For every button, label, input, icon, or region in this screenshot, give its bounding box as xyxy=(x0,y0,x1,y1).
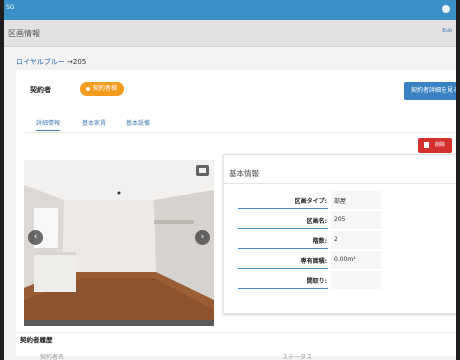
info-row-unit-name: 区画名: 205 xyxy=(224,210,456,230)
key-underline xyxy=(238,268,328,269)
info-row-unit-type: 区画タイプ: 部屋 xyxy=(224,190,456,210)
header-link[interactable]: Bub xyxy=(442,28,452,34)
info-key: 専有面積: xyxy=(300,258,327,265)
basic-info-title: 基本情報 xyxy=(229,169,259,178)
badge-label: 契約者様 xyxy=(93,85,118,92)
info-row-area: 専有面積: 0.00m² xyxy=(224,250,456,270)
value-box xyxy=(331,271,381,289)
app-window: SG 区画情報 Bub ロイヤルブルー →205 契約者 契約者様 契約者詳細を… xyxy=(4,0,456,360)
key-underline xyxy=(238,208,328,209)
room-photo xyxy=(24,160,214,320)
room-photo-carousel[interactable]: ‹ › xyxy=(24,160,214,320)
chevron-left-icon[interactable]: ‹ xyxy=(28,230,43,245)
photo-footer-strip xyxy=(24,320,214,326)
basic-info-panel: 基本情報 区画タイプ: 部屋 区画名: 205 階数: 2 専有面積: 0.00… xyxy=(223,154,456,314)
divider xyxy=(224,183,456,184)
value-box xyxy=(331,231,381,249)
delete-button[interactable]: 削除 xyxy=(418,138,452,153)
key-underline xyxy=(238,248,328,249)
info-value: 0.00m² xyxy=(334,256,356,263)
info-row-layout: 間取り: xyxy=(224,270,456,290)
trash-icon xyxy=(424,142,429,148)
key-underline xyxy=(238,228,328,229)
history-column-status: ステータス xyxy=(282,354,313,360)
info-key: 区画名: xyxy=(306,218,327,225)
breadcrumb-unit: 205 xyxy=(72,58,87,66)
delete-button-label: 削除 xyxy=(435,142,446,148)
info-row-floor: 階数: 2 xyxy=(224,230,456,250)
info-key: 間取り: xyxy=(306,278,327,285)
chevron-right-icon[interactable]: › xyxy=(195,230,210,245)
key-underline xyxy=(238,288,328,289)
contract-status-badge[interactable]: 契約者様 xyxy=(80,82,125,96)
history-column-name: 契約者名 xyxy=(40,354,65,360)
user-avatar[interactable] xyxy=(442,5,450,13)
contract-label: 契約者 xyxy=(30,86,51,94)
breadcrumb: ロイヤルブルー →205 xyxy=(16,57,86,67)
tab-bar: 詳細情報 基本家賃 基本設備 xyxy=(24,114,456,133)
info-value: 2 xyxy=(334,236,338,243)
top-bar: SG xyxy=(4,0,456,20)
unit-detail-card: 契約者 契約者様 契約者詳細を見る 詳細情報 基本家賃 基本設備 削除 ‹ › … xyxy=(16,70,456,360)
info-value: 部屋 xyxy=(334,198,347,205)
page-title: 区画情報 xyxy=(8,29,40,38)
contract-detail-button[interactable]: 契約者詳細を見る xyxy=(404,82,456,100)
badge-dot-icon xyxy=(86,86,90,91)
breadcrumb-property-link[interactable]: ロイヤルブルー xyxy=(16,58,65,66)
tab-base-equipment[interactable]: 基本設備 xyxy=(126,118,150,127)
tab-details[interactable]: 詳細情報 xyxy=(36,118,61,131)
page-header: 区画情報 Bub xyxy=(4,20,456,47)
brand-logo: SG xyxy=(6,4,15,11)
tab-base-rent[interactable]: 基本家賃 xyxy=(82,118,106,127)
info-value: 205 xyxy=(334,216,346,223)
camera-icon[interactable] xyxy=(196,165,209,176)
contract-history-title: 契約者履歴 xyxy=(20,336,53,344)
info-key: 区画タイプ: xyxy=(294,198,327,205)
divider xyxy=(16,332,456,333)
info-key: 階数: xyxy=(312,238,327,245)
